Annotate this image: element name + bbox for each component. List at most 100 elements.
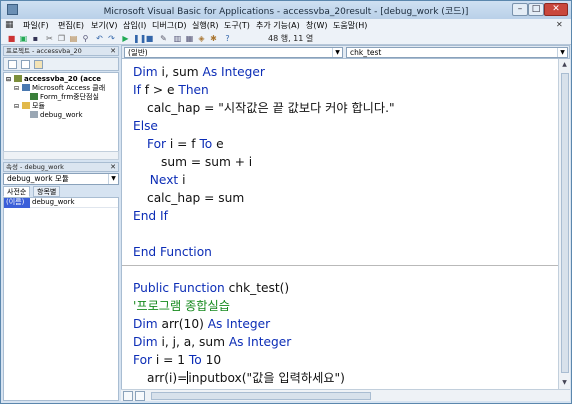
code-keyword: End Function [133, 245, 212, 259]
menu-item[interactable]: 실행(R) [192, 20, 219, 31]
find-icon[interactable]: ⚲ [81, 34, 90, 43]
project-explorer-header: 프로젝트 - accessvba_20 ✕ [3, 46, 119, 56]
undo-icon[interactable]: ↶ [95, 34, 104, 43]
menu-item[interactable]: 삽입(I) [123, 20, 146, 31]
project-explorer-title: 프로젝트 - accessvba_20 [6, 47, 82, 55]
code-keyword: End If [133, 209, 168, 223]
code-text: i = 1 [152, 353, 189, 367]
maximize-button[interactable]: □ [528, 3, 544, 16]
full-module-view-icon[interactable] [135, 391, 145, 401]
menu-item[interactable]: 편집(E) [58, 20, 84, 31]
redo-icon[interactable]: ↷ [107, 34, 116, 43]
code-line[interactable]: calc_hap = "시작값은 끝 값보다 커야 합니다." [147, 101, 395, 115]
project-tree-scrollbar[interactable] [3, 151, 119, 160]
code-editor[interactable]: Dim i, sum As Integer If f > e Then calc_h… [121, 59, 558, 389]
code-line[interactable]: For i = 1 To 10 [133, 353, 221, 367]
code-horizontal-scrollbar[interactable] [121, 389, 570, 401]
toolbox-icon[interactable]: ✱ [209, 34, 218, 43]
run-icon[interactable]: ▶ [121, 34, 130, 43]
scroll-up-icon[interactable]: ▲ [559, 59, 570, 70]
design-mode-icon[interactable]: ✎ [159, 34, 168, 43]
insert-module-icon[interactable]: ▣ [19, 34, 28, 43]
menu-item[interactable]: 추가 기능(A) [256, 20, 300, 31]
menu-item[interactable]: 도구(T) [224, 20, 250, 31]
code-keyword: Dim [133, 317, 158, 331]
expand-toggle-icon[interactable]: ⊟ [14, 84, 22, 93]
code-line[interactable]: If f > e Then [133, 83, 209, 97]
tree-item[interactable]: ⊟ Microsoft Access 클래 [14, 84, 105, 93]
code-line[interactable]: Else [133, 119, 158, 133]
procedure-combo[interactable]: chk_test ▼ [346, 47, 568, 58]
tree-item-label: Form_frm중단점실 [40, 93, 99, 101]
help-icon[interactable]: ? [223, 34, 232, 43]
property-row[interactable]: (이름) debug_work [4, 198, 118, 208]
view-object-icon[interactable] [21, 60, 30, 69]
vba-menu-icon[interactable]: ▦ [5, 21, 14, 30]
paste-icon[interactable]: ▤ [69, 34, 78, 43]
minimize-button[interactable]: – [512, 3, 528, 16]
tree-item[interactable]: debug_work [22, 111, 83, 120]
code-line[interactable]: End If [133, 209, 168, 223]
properties-object-label: debug_work 모듈 [7, 174, 69, 183]
code-line[interactable]: '프로그램 종합실습 [133, 299, 230, 313]
code-line[interactable]: Public Function chk_test() [133, 281, 289, 295]
document-close-icon[interactable]: ✕ [556, 20, 563, 29]
expand-toggle-icon[interactable]: ⊟ [6, 75, 14, 84]
scroll-thumb[interactable] [561, 73, 569, 373]
menu-item[interactable]: 보기(V) [91, 20, 117, 31]
copy-icon[interactable]: ❐ [57, 34, 66, 43]
tree-item[interactable]: ⊟ 모듈 [14, 102, 45, 111]
code-line[interactable]: Dim i, j, a, sum As Integer [133, 335, 291, 349]
project-explorer-toolbar [3, 57, 119, 71]
menu-item[interactable]: 도움말(H) [333, 20, 367, 31]
code-line[interactable]: Dim i, sum As Integer [133, 65, 265, 79]
tab-categorized[interactable]: 항목별 [33, 186, 61, 197]
expand-toggle-icon[interactable]: ⊟ [14, 102, 22, 111]
close-pane-icon[interactable]: ✕ [110, 47, 116, 55]
view-code-icon[interactable] [8, 60, 17, 69]
scroll-down-icon[interactable]: ▼ [559, 377, 570, 388]
property-value[interactable]: debug_work [32, 198, 75, 207]
code-line[interactable]: Next i [150, 173, 186, 187]
procedure-view-icon[interactable] [123, 391, 133, 401]
tree-item[interactable]: ⊟ accessvba_20 (acce [6, 75, 101, 84]
tree-item[interactable]: Form_frm중단점실 [22, 93, 99, 102]
cut-icon[interactable]: ✂ [45, 34, 54, 43]
break-icon[interactable]: ❚❚ [133, 34, 146, 43]
close-button[interactable]: ✕ [544, 3, 568, 16]
view-access-icon[interactable]: ■ [7, 34, 16, 43]
menu-item[interactable]: 파일(F) [23, 20, 49, 31]
reset-icon[interactable]: ■ [145, 34, 154, 43]
title-bar[interactable]: Microsoft Visual Basic for Applications … [1, 1, 571, 19]
code-text: e [212, 137, 224, 151]
tab-alphabetic[interactable]: 사전순 [3, 186, 31, 197]
code-text: inputbox("값을 입력하세요") [188, 371, 345, 385]
code-line[interactable]: End Function [133, 245, 212, 259]
properties-window-icon[interactable]: ▦ [185, 34, 194, 43]
menu-item[interactable]: 디버그(D) [152, 20, 186, 31]
project-explorer-icon[interactable]: ▥ [173, 34, 182, 43]
code-line[interactable]: calc_hap = sum [147, 191, 244, 205]
code-line[interactable]: For i = f To e [147, 137, 224, 151]
code-text: f > e [140, 83, 179, 97]
code-line[interactable]: arr(i)=inputbox("값을 입력하세요") [147, 371, 345, 385]
code-keyword: Dim [133, 335, 158, 349]
object-combo[interactable]: (일반) ▼ [124, 47, 343, 58]
close-pane-icon[interactable]: ✕ [110, 163, 116, 171]
chevron-down-icon[interactable]: ▼ [557, 48, 567, 57]
procedure-separator [122, 265, 558, 266]
code-vertical-scrollbar[interactable]: ▲ ▼ [558, 59, 570, 389]
chevron-down-icon[interactable]: ▼ [108, 174, 118, 184]
save-icon[interactable]: ▪ [31, 34, 40, 43]
property-name: (이름) [4, 198, 30, 208]
code-keyword: If [133, 83, 141, 97]
scroll-thumb[interactable] [151, 392, 371, 400]
object-browser-icon[interactable]: ◈ [197, 34, 206, 43]
menu-item[interactable]: 창(W) [306, 20, 328, 31]
code-line[interactable]: Dim arr(10) As Integer [133, 317, 270, 331]
code-line[interactable]: sum = sum + i [161, 155, 252, 169]
chevron-down-icon[interactable]: ▼ [332, 48, 342, 57]
properties-object-select[interactable]: debug_work 모듈 ▼ [3, 173, 119, 185]
toggle-folders-icon[interactable] [34, 60, 43, 69]
folder-icon [22, 102, 30, 109]
